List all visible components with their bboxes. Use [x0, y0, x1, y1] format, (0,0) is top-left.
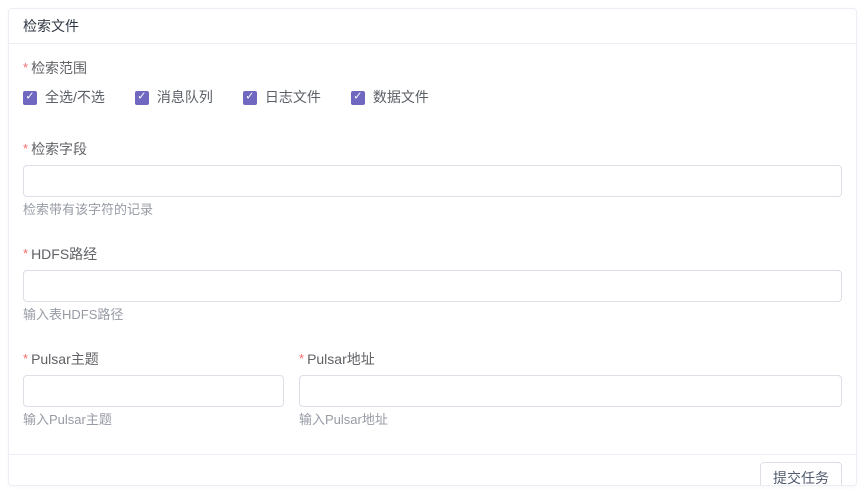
checkbox-label: 日志文件: [265, 88, 321, 107]
hdfs-path-label-text: HDFS路经: [31, 246, 97, 262]
search-scope-label-text: 检索范围: [31, 60, 87, 76]
card-header: 检索文件: [9, 9, 856, 44]
card-title: 检索文件: [23, 18, 79, 34]
checkbox-checked-icon: ✓: [135, 91, 149, 105]
hdfs-path-label: *HDFS路经: [23, 244, 842, 264]
checkbox-log-file[interactable]: ✓ 日志文件: [243, 88, 321, 107]
pulsar-topic-input[interactable]: [23, 375, 284, 407]
checkbox-data-file[interactable]: ✓ 数据文件: [351, 88, 429, 107]
hdfs-path-help: 输入表HDFS路径: [23, 307, 842, 322]
pulsar-row: *Pulsar主题 输入Pulsar主题 *Pulsar地址 输入Pulsar地…: [23, 349, 842, 454]
pulsar-address-input[interactable]: [299, 375, 842, 407]
checkbox-select-all[interactable]: ✓ 全选/不选: [23, 88, 105, 107]
pulsar-address-help: 输入Pulsar地址: [299, 412, 842, 427]
form-item-pulsar-address: *Pulsar地址 输入Pulsar地址: [299, 349, 842, 454]
card-footer: 提交任务: [9, 454, 856, 486]
required-marker: *: [299, 351, 304, 366]
checkmark-icon: ✓: [137, 92, 146, 103]
checkmark-icon: ✓: [245, 92, 254, 103]
search-field-label-text: 检索字段: [31, 141, 87, 157]
checkbox-label: 数据文件: [373, 88, 429, 107]
checkbox-message-queue[interactable]: ✓ 消息队列: [135, 88, 213, 107]
required-marker: *: [23, 141, 28, 156]
search-file-card: 检索文件 *检索范围 ✓ 全选/不选 ✓ 消息队列 ✓ 日志文件 ✓: [8, 8, 857, 486]
search-scope-label: *检索范围: [23, 58, 842, 78]
form-item-search-scope: *检索范围 ✓ 全选/不选 ✓ 消息队列 ✓ 日志文件 ✓ 数据文件: [23, 58, 842, 107]
checkbox-checked-icon: ✓: [351, 91, 365, 105]
checkmark-icon: ✓: [353, 92, 362, 103]
required-marker: *: [23, 351, 28, 366]
required-marker: *: [23, 246, 28, 261]
pulsar-address-label: *Pulsar地址: [299, 349, 842, 369]
card-body: *检索范围 ✓ 全选/不选 ✓ 消息队列 ✓ 日志文件 ✓ 数据文件: [9, 44, 856, 454]
search-field-label: *检索字段: [23, 139, 842, 159]
pulsar-topic-help: 输入Pulsar主题: [23, 412, 284, 427]
hdfs-path-input[interactable]: [23, 270, 842, 302]
checkmark-icon: ✓: [25, 92, 34, 103]
pulsar-topic-label-text: Pulsar主题: [31, 351, 99, 367]
search-scope-checkbox-group: ✓ 全选/不选 ✓ 消息队列 ✓ 日志文件 ✓ 数据文件: [23, 88, 842, 107]
required-marker: *: [23, 60, 28, 75]
checkbox-label: 消息队列: [157, 88, 213, 107]
submit-task-button[interactable]: 提交任务: [760, 462, 842, 486]
search-field-help: 检索带有该字符的记录: [23, 202, 842, 217]
search-field-input[interactable]: [23, 165, 842, 197]
pulsar-address-label-text: Pulsar地址: [307, 351, 375, 367]
checkbox-label: 全选/不选: [45, 88, 105, 107]
form-item-search-field: *检索字段 检索带有该字符的记录: [23, 139, 842, 217]
checkbox-checked-icon: ✓: [23, 91, 37, 105]
pulsar-topic-label: *Pulsar主题: [23, 349, 284, 369]
form-item-hdfs-path: *HDFS路经 输入表HDFS路径: [23, 244, 842, 322]
form-item-pulsar-topic: *Pulsar主题 输入Pulsar主题: [23, 349, 284, 427]
checkbox-checked-icon: ✓: [243, 91, 257, 105]
